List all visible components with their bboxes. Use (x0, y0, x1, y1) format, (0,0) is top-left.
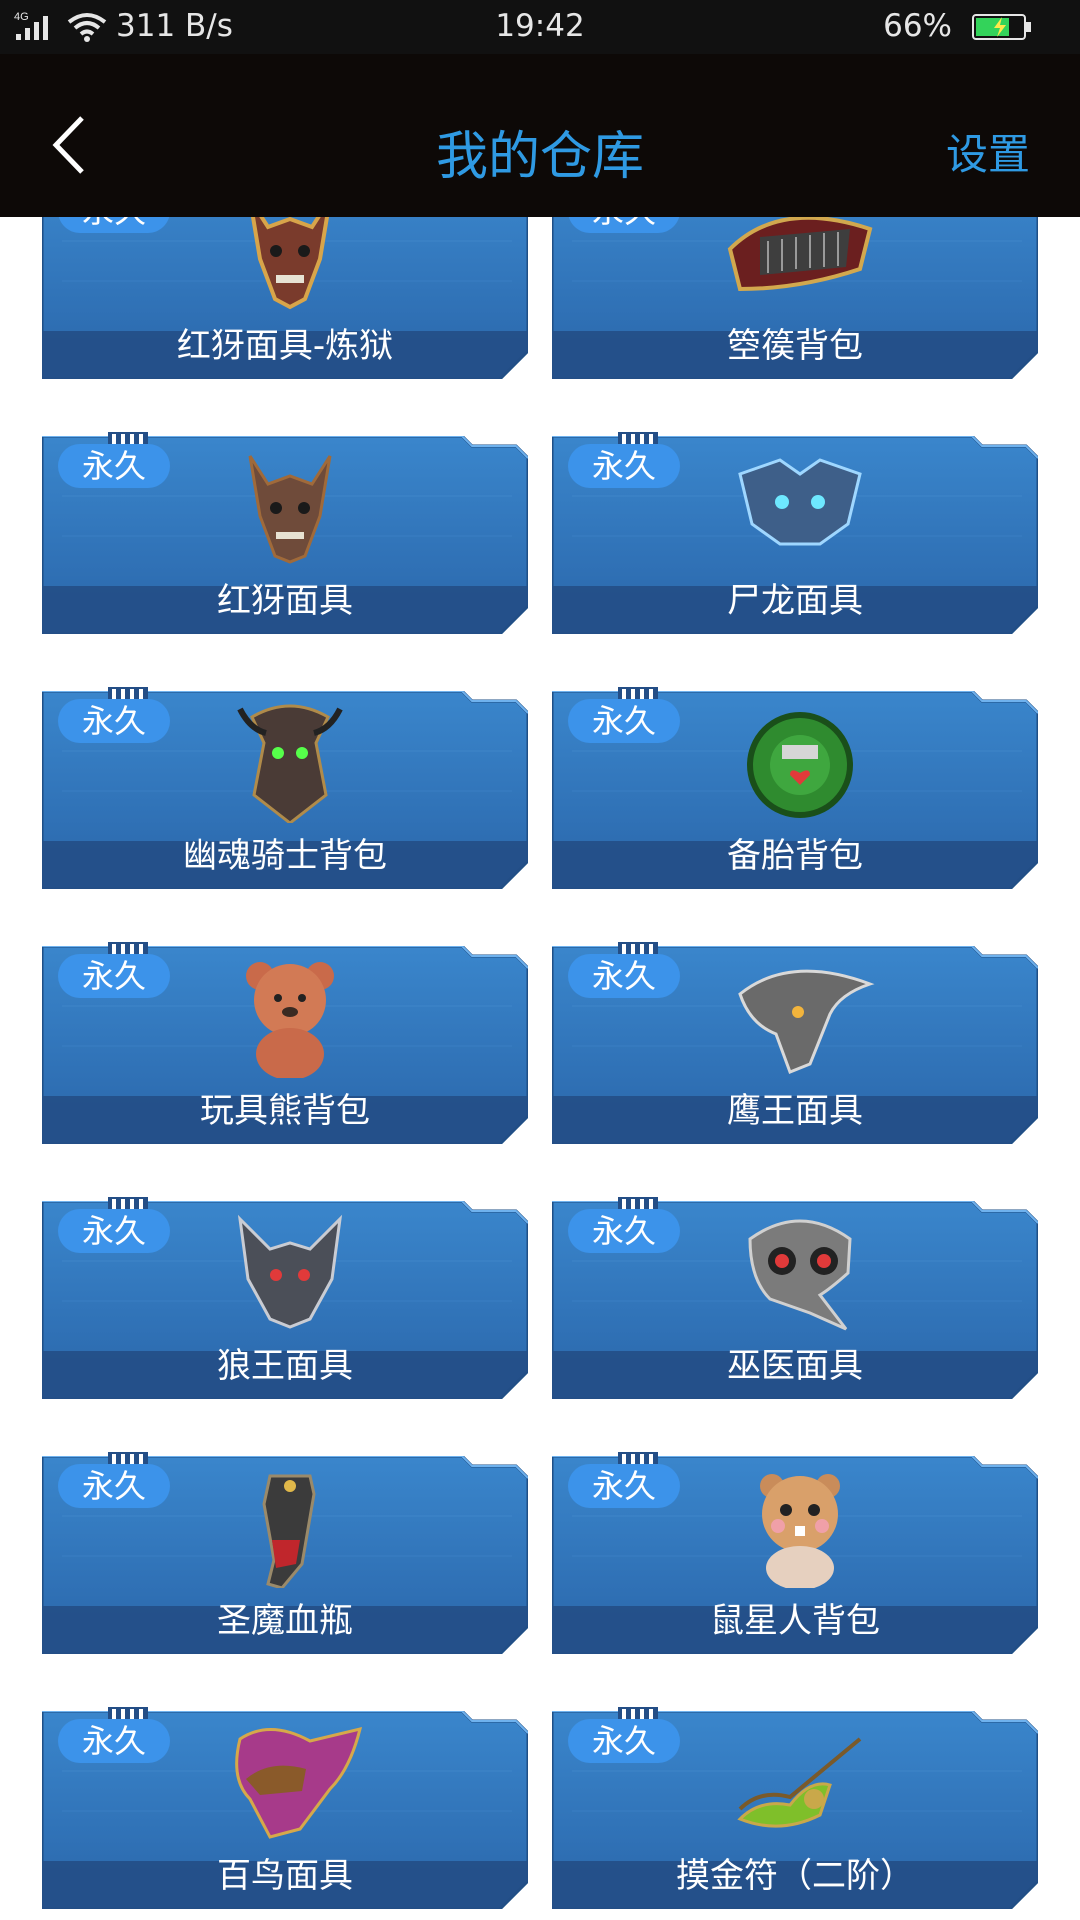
item-name: 箜篌背包 (727, 326, 863, 366)
permanent-badge: 永久 (568, 217, 680, 233)
item-name: 红犽面具-炼狱 (176, 326, 394, 366)
inventory-item-card[interactable]: 永久尸龙面具 (552, 432, 1038, 634)
battery-charging-icon (972, 14, 1031, 40)
blood-bottle-icon (262, 1474, 316, 1588)
item-name: 鹰王面具 (727, 1091, 863, 1131)
permanent-badge: 永久 (568, 444, 680, 488)
inventory-item-card[interactable]: 永久摸金符（二阶） (552, 1707, 1038, 1909)
permanent-badge: 永久 (58, 1464, 170, 1508)
demon-mask-icon (248, 455, 332, 564)
item-name: 狼王面具 (217, 1346, 353, 1386)
eagle-mask-icon (738, 969, 875, 1074)
permanent-badge: 永久 (58, 444, 170, 488)
inventory-item-card[interactable]: 永久幽魂骑士背包 (42, 687, 528, 889)
permanent-badge: 永久 (58, 217, 170, 233)
demon-mask-gold-icon (250, 217, 330, 310)
permanent-badge: 永久 (568, 1464, 680, 1508)
permanent-badge: 永久 (568, 1209, 680, 1253)
feather-mask-icon (235, 1726, 363, 1839)
status-bar: 4G 311 B/s 19:42 66% (0, 0, 1080, 54)
item-name: 鼠星人背包 (710, 1601, 880, 1641)
item-name: 备胎背包 (727, 836, 863, 876)
talisman-icon (737, 1737, 862, 1828)
teddy-bear-backpack-icon (246, 962, 334, 1078)
inventory-item-card[interactable]: 永久鼠星人背包 (552, 1452, 1038, 1654)
inventory-item-card[interactable]: 永久红犽面具-炼狱 (42, 217, 528, 379)
permanent-badge: 永久 (58, 1719, 170, 1763)
inventory-item-card[interactable]: 永久狼王面具 (42, 1197, 528, 1399)
item-name: 玩具熊背包 (200, 1091, 370, 1131)
item-name: 尸龙面具 (727, 581, 863, 621)
title-bar: 我的仓库 设置 (0, 54, 1080, 217)
permanent-badge: 永久 (58, 1209, 170, 1253)
item-name: 摸金符（二阶） (676, 1856, 914, 1896)
item-name: 幽魂骑士背包 (183, 836, 387, 876)
inventory-item-card[interactable]: 永久箜篌背包 (552, 217, 1038, 379)
permanent-badge: 永久 (568, 954, 680, 998)
inventory-item-card[interactable]: 永久鹰王面具 (552, 942, 1038, 1144)
settings-button[interactable]: 设置 (946, 121, 1030, 182)
inventory-item-card[interactable]: 永久巫医面具 (552, 1197, 1038, 1399)
dragon-mask-icon (738, 458, 862, 546)
permanent-badge: 永久 (568, 699, 680, 743)
inventory-item-card[interactable]: 永久圣魔血瓶 (42, 1452, 528, 1654)
item-name: 圣魔血瓶 (217, 1601, 353, 1641)
wolf-mask-icon (237, 1214, 343, 1329)
item-grid: 永久红犽面具-炼狱永久箜篌背包永久红犽面具永久尸龙面具永久幽魂骑士背包永久备胎背… (0, 217, 1080, 1920)
battery-percent: 66% (883, 8, 952, 44)
inventory-item-card[interactable]: 永久玩具熊背包 (42, 942, 528, 1144)
permanent-badge: 永久 (568, 1719, 680, 1763)
permanent-badge: 永久 (58, 699, 170, 743)
harp-backpack-icon (727, 217, 873, 292)
item-name: 百鸟面具 (217, 1856, 353, 1896)
plague-doctor-mask-icon (748, 1219, 852, 1331)
inventory-item-card[interactable]: 永久百鸟面具 (42, 1707, 528, 1909)
permanent-badge: 永久 (58, 954, 170, 998)
item-name: 巫医面具 (727, 1346, 863, 1386)
hamster-backpack-icon (760, 1474, 840, 1588)
inventory-item-card[interactable]: 永久备胎背包 (552, 687, 1038, 889)
ghost-knight-backpack-icon (237, 704, 343, 823)
item-name: 红犽面具 (217, 581, 353, 621)
page-title: 我的仓库 (435, 127, 644, 187)
inventory-item-card[interactable]: 永久红犽面具 (42, 432, 528, 634)
tire-backpack-icon (747, 712, 853, 818)
